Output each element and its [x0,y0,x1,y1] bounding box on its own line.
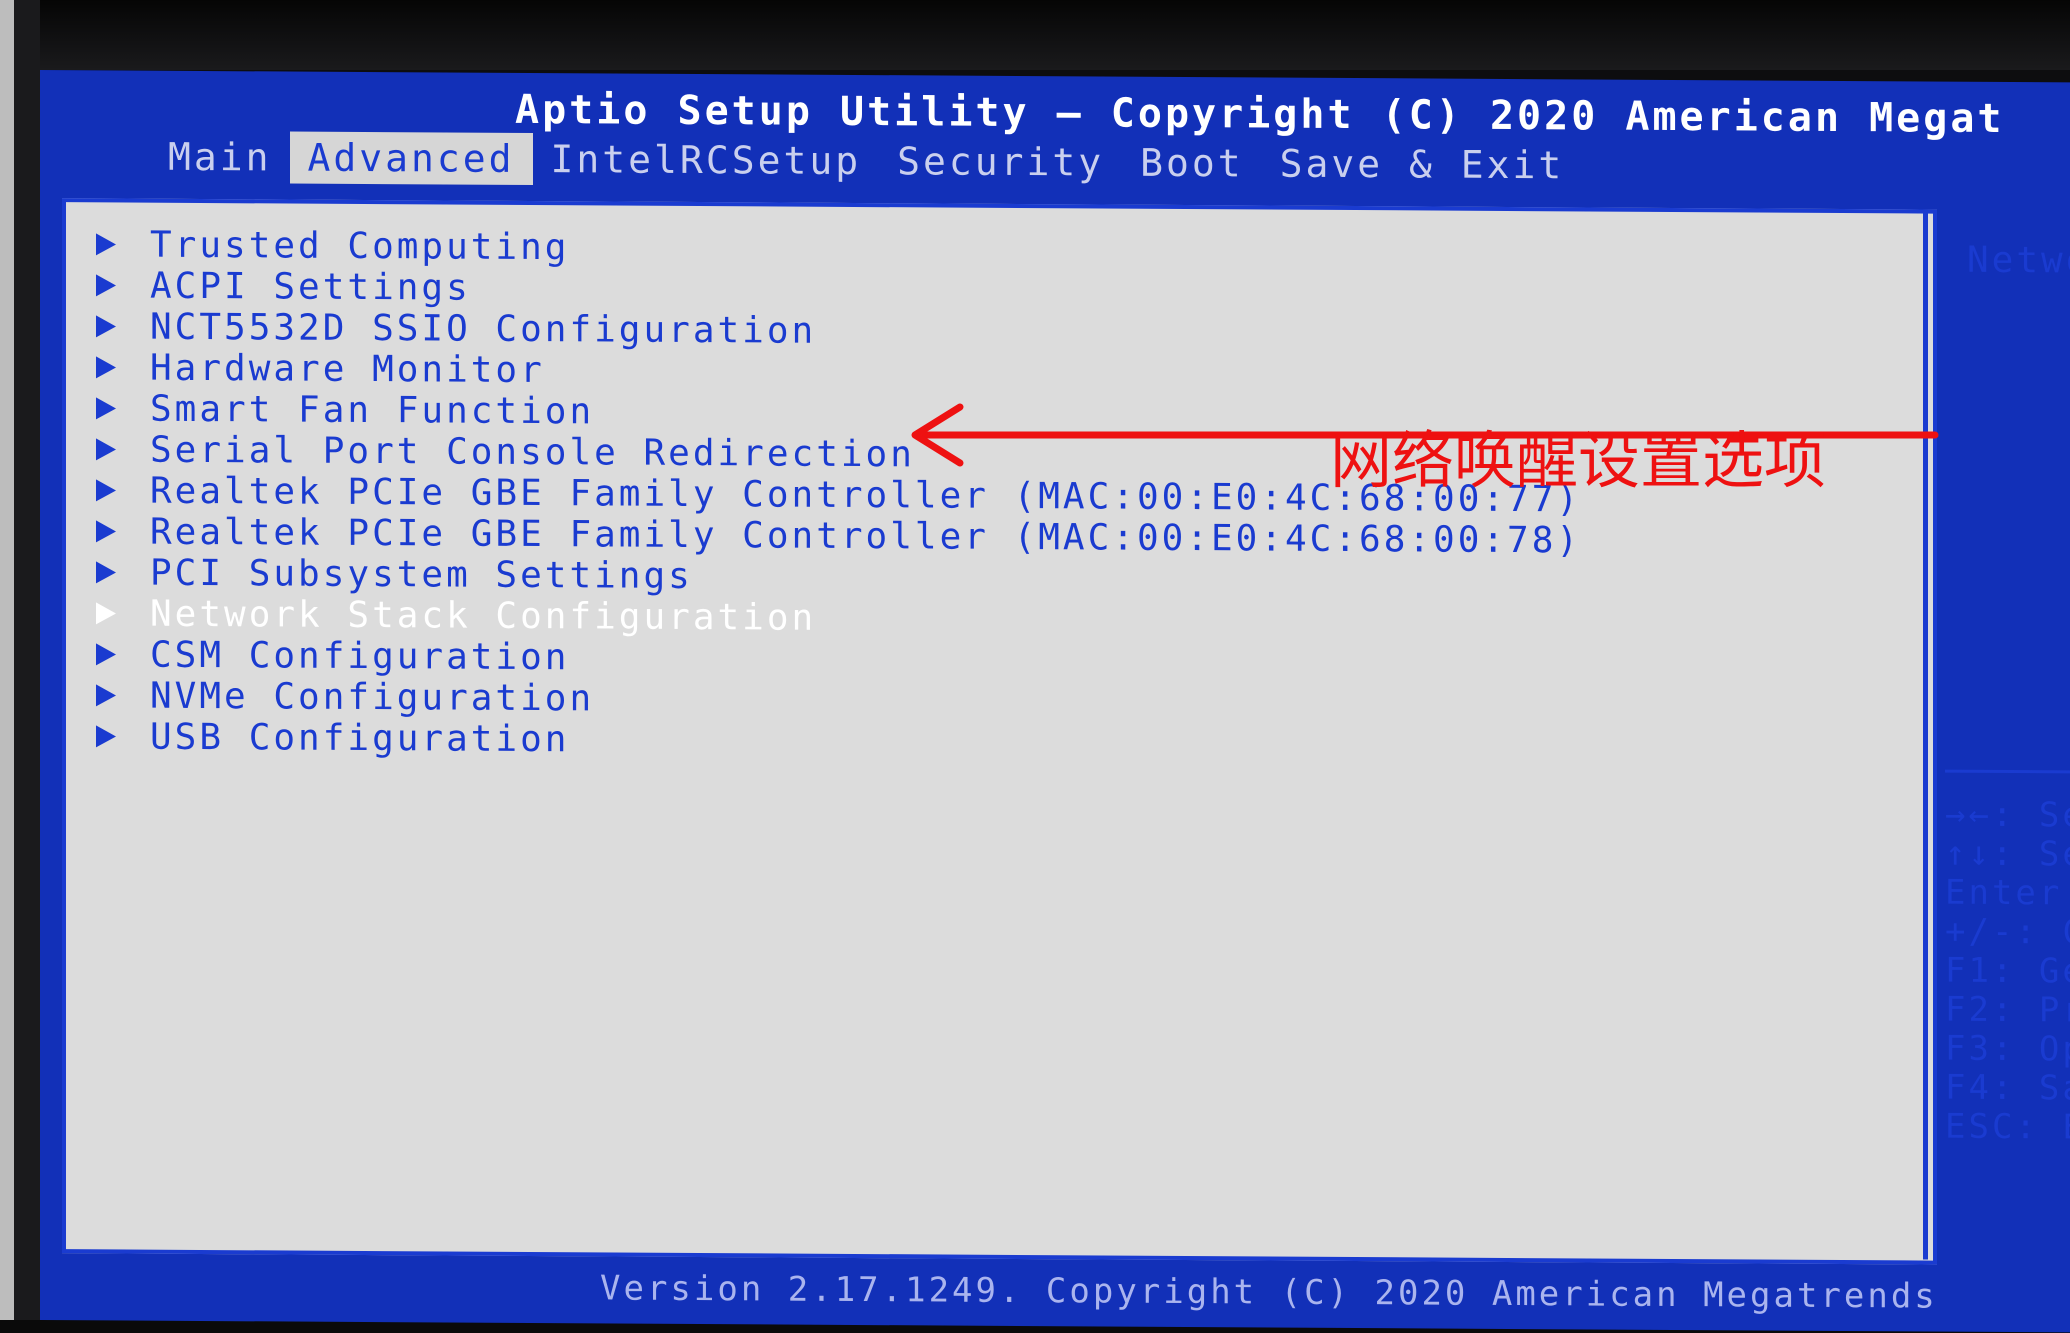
menu-item-label: Serial Port Console Redirection [150,429,915,475]
menu-item-label: NCT5532D SSIO Configuration [150,306,817,352]
submenu-arrow-icon [96,520,116,543]
key-hint-select-item: ↑↓: Sel [1945,833,2070,875]
menu-item-label: Trusted Computing [150,224,570,268]
tab-advanced[interactable]: Advanced [289,131,533,186]
submenu-arrow-icon [96,725,116,748]
menu-item-usb-configuration[interactable]: USB Configuration [96,716,1581,765]
submenu-arrow-icon [96,561,116,584]
bios-screen: Aptio Setup Utility – Copyright (C) 2020… [40,70,2070,1333]
submenu-arrow-icon [96,274,116,297]
help-description: Netwo [1967,239,2070,282]
tab-intelrcsetup[interactable]: IntelRCSetup [533,133,880,187]
key-hint-change: +/-: Cha [1945,911,2070,953]
version-footer: Version 2.17.1249. Copyright (C) 2020 Am… [600,1268,1938,1317]
menu-item-label: NVMe Configuration [150,675,595,719]
key-hint-f4: F4: Save [1945,1067,2070,1109]
annotation-label: 网络唤醒设置选项 [1330,424,1827,497]
submenu-arrow-icon [96,356,116,379]
tab-bar: Main Advanced IntelRCSetup Security Boot… [150,131,1582,192]
key-hint-f2: F2: Prev [1945,989,2070,1031]
monitor-bezel-left [0,0,40,1320]
menu-item-label: USB Configuration [150,716,570,760]
key-hint-select-screen: →←: Sel [1945,794,2070,836]
submenu-arrow-icon [96,643,116,666]
key-hint-enter: Enter: : [1945,872,2070,914]
key-legend: →←: Sel ↑↓: Sel Enter: : +/-: Cha F1: Ge… [1945,795,2070,1147]
menu-item-label: CSM Configuration [150,634,570,678]
submenu-arrow-icon [96,684,116,707]
help-pane: Netwo →←: Sel ↑↓: Sel Enter: : +/-: Cha … [1945,210,2070,1266]
menu-item-label: Smart Fan Function [150,388,595,432]
settings-panel: Trusted Computing ACPI Settings NCT5532D… [66,202,1928,1260]
key-hint-f3: F3: Opti [1945,1028,2070,1070]
content-area: Trusted Computing ACPI Settings NCT5532D… [62,198,1937,1265]
submenu-arrow-icon [96,233,116,256]
menu-item-label: Network Stack Configuration [150,593,817,639]
menu-item-label: PCI Subsystem Settings [150,552,693,597]
tab-security[interactable]: Security [879,135,1122,188]
submenu-arrow-icon [96,438,116,461]
tab-save-exit[interactable]: Save & Exit [1262,137,1583,191]
help-divider [1945,769,2070,774]
tab-boot[interactable]: Boot [1122,137,1262,190]
submenu-arrow-icon [96,315,116,338]
key-hint-f1: F1: Gene [1945,950,2070,992]
photo-frame: Aptio Setup Utility – Copyright (C) 2020… [0,0,2070,1333]
submenu-arrow-icon [96,397,116,420]
menu-item-label: ACPI Settings [150,265,471,309]
key-hint-esc: ESC: Exi [1945,1106,2070,1147]
submenu-arrow-icon [96,602,116,625]
tab-main[interactable]: Main [150,131,290,184]
submenu-arrow-icon [96,479,116,502]
menu-item-label: Hardware Monitor [150,347,545,391]
monitor-bezel-top [0,0,2070,70]
